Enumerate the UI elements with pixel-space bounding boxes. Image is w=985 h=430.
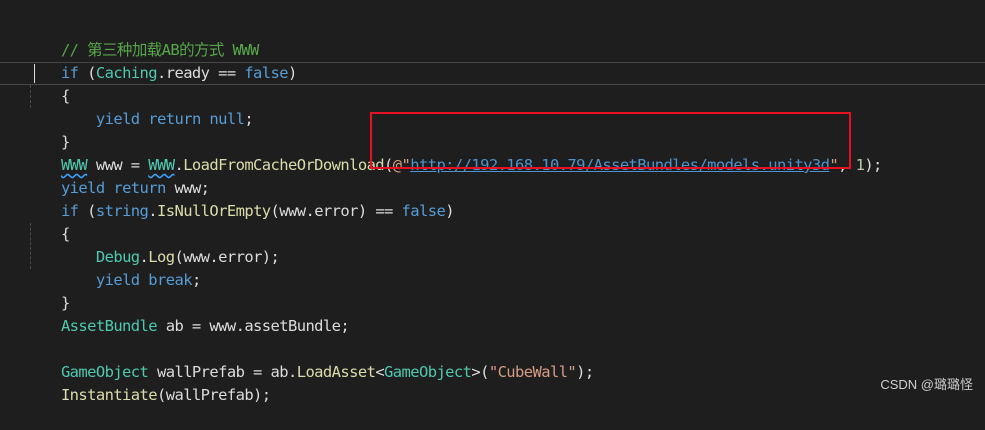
code-editor[interactable]: // 第三种加载AB的方式 WWW if (Caching.ready == f…: [0, 0, 985, 404]
red-highlight-box: [370, 112, 851, 169]
method-load-from-cache: LoadFromCacheOrDownload: [183, 156, 385, 174]
code-text: ;: [244, 110, 254, 128]
code-line-instantiate[interactable]: Instantiate(wallPrefab);: [26, 361, 271, 404]
keyword-yield: yield: [95, 110, 140, 128]
code-text: ): [288, 64, 297, 82]
keyword-null: null: [200, 110, 245, 128]
code-line-asset-bundle[interactable]: AssetBundle ab = www.assetBundle;: [26, 292, 350, 335]
type-caching: Caching: [95, 64, 158, 82]
code-line-yield-break[interactable]: yield break;: [26, 246, 201, 289]
code-line-yield-null[interactable]: yield return null;: [26, 85, 254, 128]
keyword-yield: yield: [95, 271, 140, 289]
keyword-return: return: [148, 110, 201, 128]
code-text: <: [375, 363, 385, 381]
code-text: >(: [471, 363, 489, 381]
code-line-game-object[interactable]: GameObject wallPrefab = ab.LoadAsset<Gam…: [26, 338, 594, 381]
code-text: .ready ==: [157, 64, 245, 82]
code-line-brace-close[interactable]: }: [26, 108, 70, 151]
code-text: .: [148, 202, 158, 220]
keyword-false: false: [401, 202, 446, 220]
method-instantiate: Instantiate: [60, 386, 158, 404]
code-text: ): [445, 202, 454, 220]
code-line-brace-open[interactable]: {: [26, 200, 70, 243]
code-line-comment[interactable]: // 第三种加载AB的方式 WWW: [26, 16, 259, 59]
code-text: (www.error) ==: [270, 202, 402, 220]
keyword-false: false: [244, 64, 288, 82]
code-text: (wallPrefab);: [157, 386, 271, 404]
code-line-yield-www[interactable]: yield return www;: [26, 154, 210, 197]
method-load-asset: LoadAsset: [296, 363, 376, 381]
code-text: (: [78, 64, 96, 82]
string-literal: "CubeWall": [488, 363, 577, 381]
type-game-object: GameObject: [384, 363, 472, 381]
method-is-null-or-empty: IsNullOrEmpty: [157, 202, 271, 220]
code-line-debug-log[interactable]: Debug.Log(www.error);: [26, 223, 280, 266]
code-line-brace-close[interactable]: }: [26, 269, 70, 312]
code-text: ab = www.assetBundle;: [157, 317, 350, 335]
code-line-if-caching[interactable]: if (Caching.ready == false): [26, 39, 297, 82]
code-text: );: [576, 363, 594, 381]
keyword-string: string: [95, 202, 149, 220]
type-asset-bundle: AssetBundle: [60, 317, 158, 335]
code-line-if-error[interactable]: if (string.IsNullOrEmpty(www.error) == f…: [26, 177, 455, 220]
code-text: (: [78, 202, 96, 220]
code-text: );: [864, 156, 882, 174]
watermark: CSDN @璐璐怪: [880, 377, 973, 392]
keyword-break: break: [148, 271, 192, 289]
code-line-brace-open[interactable]: {: [26, 62, 70, 105]
code-text: ;: [191, 271, 201, 289]
